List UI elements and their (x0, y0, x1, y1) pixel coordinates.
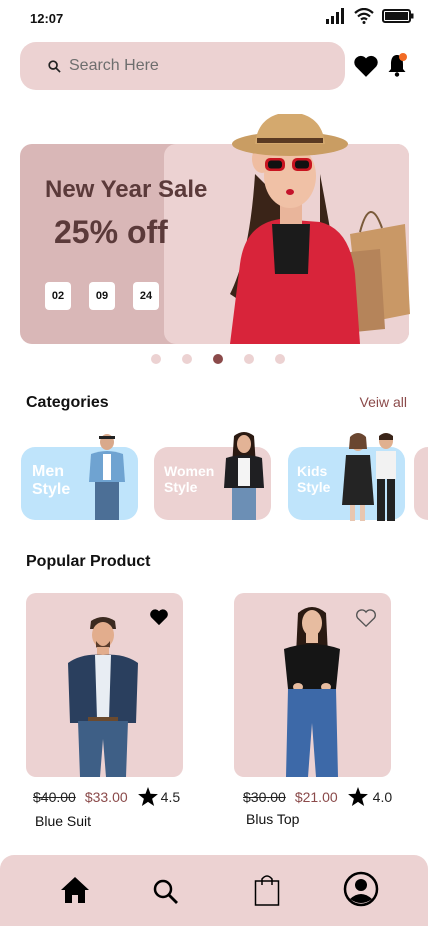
star-icon (347, 787, 368, 806)
countdown-box: 02 (45, 282, 71, 310)
carousel-dot[interactable] (182, 354, 192, 364)
search-input[interactable] (69, 57, 309, 75)
product-price-row: $30.00 $21.00 4.0 (243, 787, 392, 806)
category-label: Kids Style (297, 463, 331, 496)
signal-icon (326, 8, 344, 24)
countdown-box: 24 (133, 282, 159, 310)
current-price: $21.00 (294, 788, 338, 805)
favorite-heart-outline-icon[interactable] (355, 608, 377, 628)
banner-title: New Year Sale (45, 176, 208, 203)
category-kids-image (342, 433, 396, 521)
wishlist-heart-icon[interactable] (353, 54, 379, 78)
status-bar: 12:07 (0, 0, 428, 36)
category-women[interactable]: Women Style (154, 432, 271, 520)
old-price: $30.00 (243, 788, 286, 805)
sale-countdown: 02 09 24 (45, 282, 159, 310)
banner-discount: 25% off (54, 214, 168, 250)
carousel-indicators (151, 354, 285, 364)
category-label: Men Style (32, 463, 71, 499)
carousel-dot[interactable] (275, 354, 285, 364)
product-name: Blus Top (246, 811, 300, 827)
product-image-blus-top (284, 607, 340, 777)
notification-bell-icon[interactable] (387, 52, 409, 78)
category-men[interactable]: Men Style (21, 434, 138, 520)
product-name: Blue Suit (35, 813, 92, 829)
status-icons (326, 8, 414, 24)
product-rating: 4.0 (347, 787, 392, 806)
banner-model-image (230, 114, 410, 344)
search-icon (48, 59, 61, 73)
carousel-dot[interactable] (151, 354, 161, 364)
category-carousel: Men Style Women Style Kids Style (21, 432, 428, 521)
search-nav-icon[interactable] (153, 879, 179, 905)
category-men-image (89, 434, 125, 520)
current-price: $33.00 (84, 788, 128, 805)
category-women-image (224, 432, 264, 520)
search-bar[interactable] (20, 42, 345, 90)
star-icon (137, 787, 158, 806)
product-card[interactable] (26, 593, 183, 777)
profile-icon[interactable] (343, 871, 379, 907)
shopping-bag-icon[interactable] (254, 873, 280, 907)
home-icon[interactable] (60, 876, 90, 904)
old-price: $40.00 (33, 788, 76, 805)
category-label: Women Style (164, 463, 215, 496)
view-all-link[interactable]: Veiw all (360, 394, 407, 410)
product-rating: 4.5 (137, 787, 180, 806)
carousel-dot[interactable] (244, 354, 254, 364)
bottom-navigation (0, 855, 428, 926)
popular-title: Popular Product (26, 553, 151, 570)
wifi-icon (354, 8, 374, 24)
category-next-partial[interactable] (414, 447, 428, 520)
favorite-heart-filled-icon[interactable] (149, 608, 169, 626)
categories-title: Categories (26, 394, 109, 411)
status-time: 12:07 (30, 11, 64, 26)
battery-icon (382, 9, 414, 23)
carousel-dot-active[interactable] (213, 354, 223, 364)
product-price-row: $40.00 $33.00 4.5 (33, 787, 180, 806)
search-row (20, 42, 418, 90)
product-image-blue-suit (68, 617, 138, 777)
product-card[interactable] (234, 593, 391, 777)
countdown-box: 09 (89, 282, 115, 310)
category-kids[interactable]: Kids Style (288, 433, 405, 521)
promo-banner[interactable]: New Year Sale 25% off 02 09 24 (20, 114, 410, 344)
